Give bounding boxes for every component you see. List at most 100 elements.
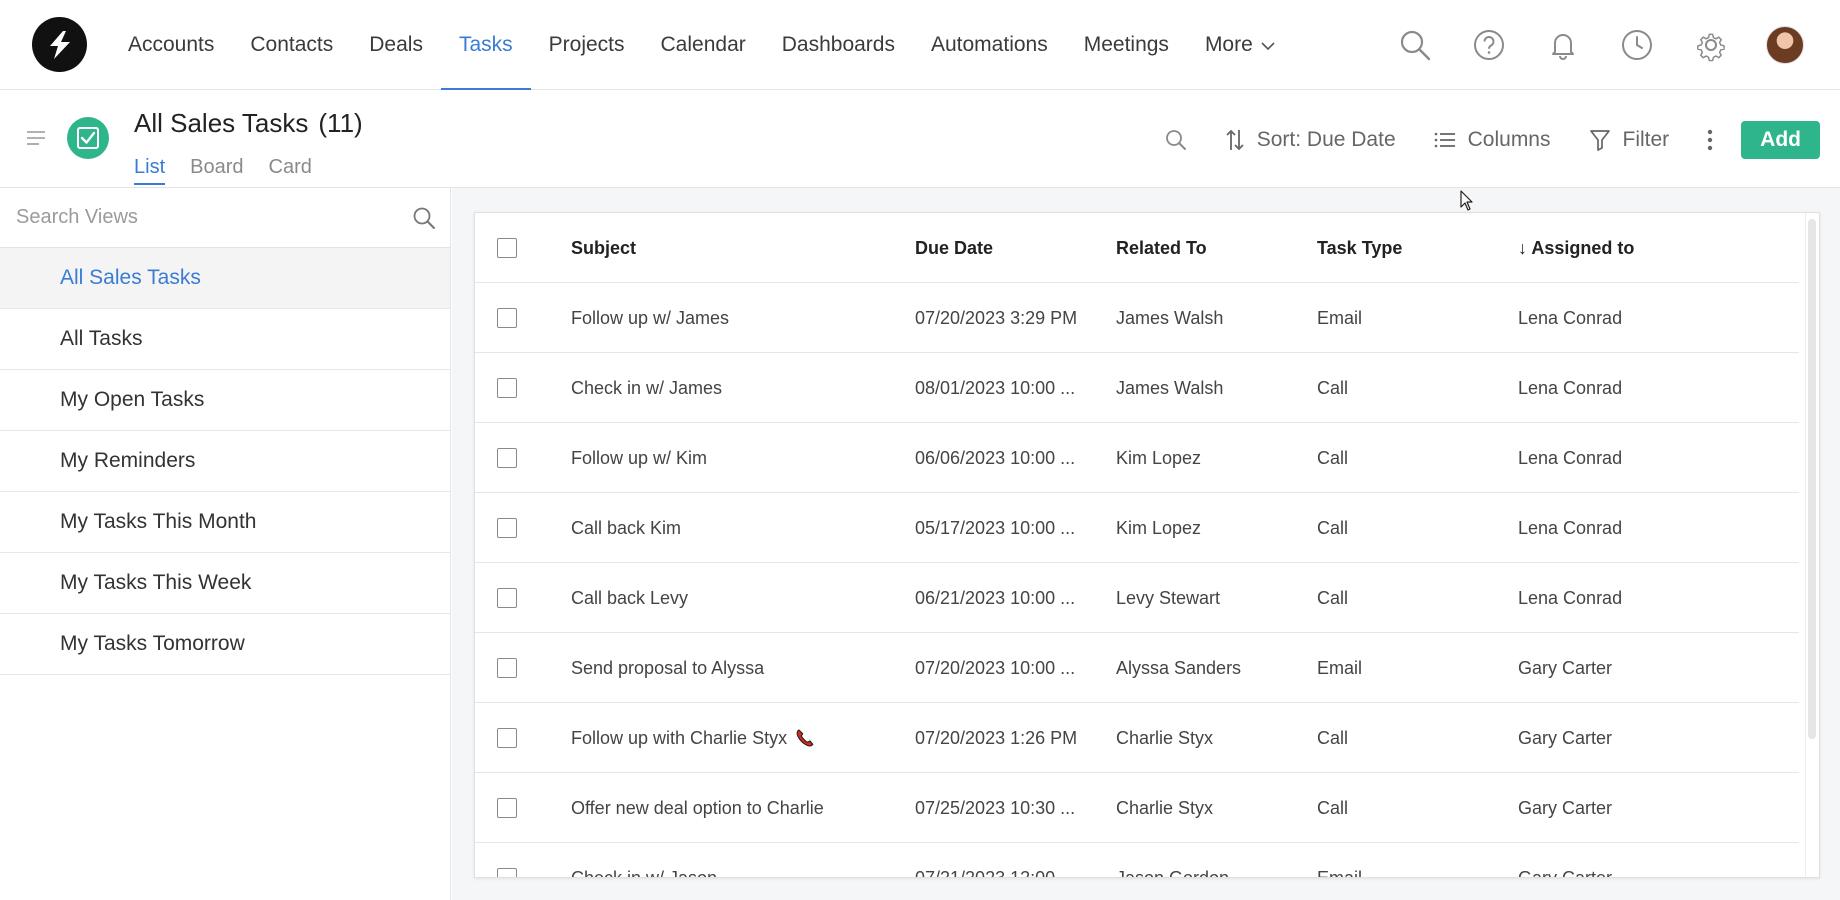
nav-contacts[interactable]: Contacts: [232, 0, 351, 90]
avatar[interactable]: [1766, 26, 1804, 64]
table-row[interactable]: Send proposal to Alyssa 07/20/2023 10:00 …: [475, 633, 1799, 703]
column-header-subject[interactable]: Subject: [571, 213, 901, 283]
row-select-cell: [497, 493, 527, 563]
row-checkbox[interactable]: [497, 448, 517, 468]
subject-cell[interactable]: Follow up w/ Kim: [571, 423, 901, 493]
related-to-link[interactable]: Alyssa Sanders: [1116, 633, 1296, 703]
table-scrollbar[interactable]: [1805, 213, 1819, 877]
search-icon[interactable]: [1378, 0, 1452, 90]
assigned-to-link[interactable]: Lena Conrad: [1518, 493, 1768, 563]
subject-cell[interactable]: Send proposal to Alyssa: [571, 633, 901, 703]
tab-list[interactable]: List: [134, 156, 166, 185]
nav-tasks[interactable]: Tasks: [440, 0, 531, 91]
table-header-row: Subject Due Date Related To Task Type ↓ …: [475, 213, 1799, 283]
assigned-to-link[interactable]: Lena Conrad: [1518, 563, 1768, 633]
table-row[interactable]: Follow up w/ Kim 06/06/2023 10:00 ... Kim …: [475, 423, 1799, 493]
assigned-to-link[interactable]: Gary Carter: [1518, 843, 1768, 878]
row-checkbox[interactable]: [497, 728, 517, 748]
table-row[interactable]: Call back Levy 06/21/2023 10:00 ... Levy S…: [475, 563, 1799, 633]
clock-icon[interactable]: [1600, 0, 1674, 90]
assigned-to-link[interactable]: Gary Carter: [1518, 703, 1768, 773]
column-header-related-to[interactable]: Related To: [1116, 213, 1296, 283]
subject-cell[interactable]: Call back Levy: [571, 563, 901, 633]
search-views-input[interactable]: [16, 206, 412, 229]
row-checkbox[interactable]: [497, 518, 517, 538]
subject-cell[interactable]: Offer new deal option to Charlie: [571, 773, 901, 843]
table-row[interactable]: Call back Kim 05/17/2023 10:00 ... Kim Lop…: [475, 493, 1799, 563]
tab-card[interactable]: Card: [269, 156, 312, 185]
table-row[interactable]: Follow up with Charlie Styx 07/20/2023 1:…: [475, 703, 1799, 773]
column-header-task-type[interactable]: Task Type: [1317, 213, 1467, 283]
related-to-link[interactable]: Levy Stewart: [1116, 563, 1296, 633]
sidebar-view-item[interactable]: My Tasks This Month: [0, 492, 450, 553]
sidebar-view-item[interactable]: My Reminders: [0, 431, 450, 492]
row-checkbox[interactable]: [497, 308, 517, 328]
nav-more[interactable]: More: [1187, 0, 1293, 90]
row-select-cell: [497, 423, 527, 493]
nav-accounts[interactable]: Accounts: [110, 0, 232, 90]
subject-cell[interactable]: Call back Kim: [571, 493, 901, 563]
row-checkbox[interactable]: [497, 658, 517, 678]
task-type-cell: Call: [1317, 517, 1349, 538]
assigned-to-link[interactable]: Gary Carter: [1518, 633, 1768, 703]
column-header-due-date[interactable]: Due Date: [915, 213, 1085, 283]
row-checkbox[interactable]: [497, 798, 517, 818]
nav-meetings[interactable]: Meetings: [1066, 0, 1187, 90]
bell-icon[interactable]: [1526, 0, 1600, 90]
assigned-to-link[interactable]: Lena Conrad: [1518, 353, 1768, 423]
select-all-checkbox[interactable]: [497, 238, 517, 258]
table-search-button[interactable]: [1165, 129, 1187, 151]
subject-cell[interactable]: Check in w/ Jason: [571, 843, 901, 878]
help-icon[interactable]: [1452, 0, 1526, 90]
related-to-link[interactable]: Jason Gordon: [1116, 843, 1296, 878]
more-options-button[interactable]: [1707, 129, 1713, 151]
hamburger-icon[interactable]: [26, 130, 46, 151]
subject-text: Follow up w/ James: [571, 307, 730, 328]
tab-board[interactable]: Board: [190, 156, 243, 185]
search-icon[interactable]: [412, 206, 436, 230]
due-date-cell: 07/20/2023 3:29 PM: [915, 307, 1078, 328]
sidebar-view-item[interactable]: My Open Tasks: [0, 370, 450, 431]
sidebar-view-item[interactable]: My Tasks Tomorrow: [0, 614, 450, 675]
related-to-link[interactable]: James Walsh: [1116, 353, 1296, 423]
nav-icons: [1378, 0, 1804, 90]
table-row[interactable]: Check in w/ James 08/01/2023 10:00 ... Jam…: [475, 353, 1799, 423]
scrollbar-thumb[interactable]: [1808, 219, 1816, 739]
sort-button[interactable]: Sort: Due Date: [1225, 128, 1396, 152]
related-to-link[interactable]: Kim Lopez: [1116, 493, 1296, 563]
related-to-link[interactable]: Charlie Styx: [1116, 703, 1296, 773]
task-type-cell: Email: [1317, 657, 1363, 678]
row-checkbox[interactable]: [497, 378, 517, 398]
top-nav: Accounts Contacts Deals Tasks Projects Calend…: [0, 0, 1840, 91]
related-to-link[interactable]: Charlie Styx: [1116, 773, 1296, 843]
nav-projects[interactable]: Projects: [531, 0, 643, 90]
assigned-to-link[interactable]: Lena Conrad: [1518, 283, 1768, 353]
assigned-to-link[interactable]: Gary Carter: [1518, 773, 1768, 843]
row-checkbox[interactable]: [497, 868, 517, 877]
subject-cell[interactable]: Follow up w/ James: [571, 283, 901, 353]
sidebar-view-item[interactable]: All Sales Tasks: [0, 248, 450, 309]
nav-deals[interactable]: Deals: [351, 0, 441, 90]
table-row[interactable]: Follow up w/ James 07/20/2023 3:29 PM Jame…: [475, 283, 1799, 353]
column-header-assigned-to[interactable]: ↓ Assigned to: [1518, 213, 1768, 283]
table-row[interactable]: Check in w/ Jason 07/21/2023 12:00 ... Jas…: [475, 843, 1799, 878]
gear-icon[interactable]: [1674, 0, 1748, 90]
nav-automations[interactable]: Automations: [913, 0, 1066, 90]
subject-text: Check in w/ James: [571, 377, 723, 398]
subject-cell[interactable]: Follow up with Charlie Styx: [571, 703, 901, 773]
columns-button[interactable]: Columns: [1434, 128, 1551, 152]
related-to-link[interactable]: James Walsh: [1116, 283, 1296, 353]
row-checkbox[interactable]: [497, 588, 517, 608]
add-button[interactable]: Add: [1741, 121, 1820, 159]
nav-dashboards[interactable]: Dashboards: [764, 0, 913, 90]
related-to-link[interactable]: Kim Lopez: [1116, 423, 1296, 493]
nav-calendar[interactable]: Calendar: [643, 0, 764, 90]
assigned-to-link[interactable]: Lena Conrad: [1518, 423, 1768, 493]
app-logo[interactable]: [32, 17, 87, 72]
task-type-cell: Call: [1317, 447, 1349, 468]
table-row[interactable]: Offer new deal option to Charlie 07/25/20…: [475, 773, 1799, 843]
filter-button[interactable]: Filter: [1589, 128, 1669, 152]
sidebar-view-item[interactable]: My Tasks This Week: [0, 553, 450, 614]
subject-cell[interactable]: Check in w/ James: [571, 353, 901, 423]
sidebar-view-item[interactable]: All Tasks: [0, 309, 450, 370]
